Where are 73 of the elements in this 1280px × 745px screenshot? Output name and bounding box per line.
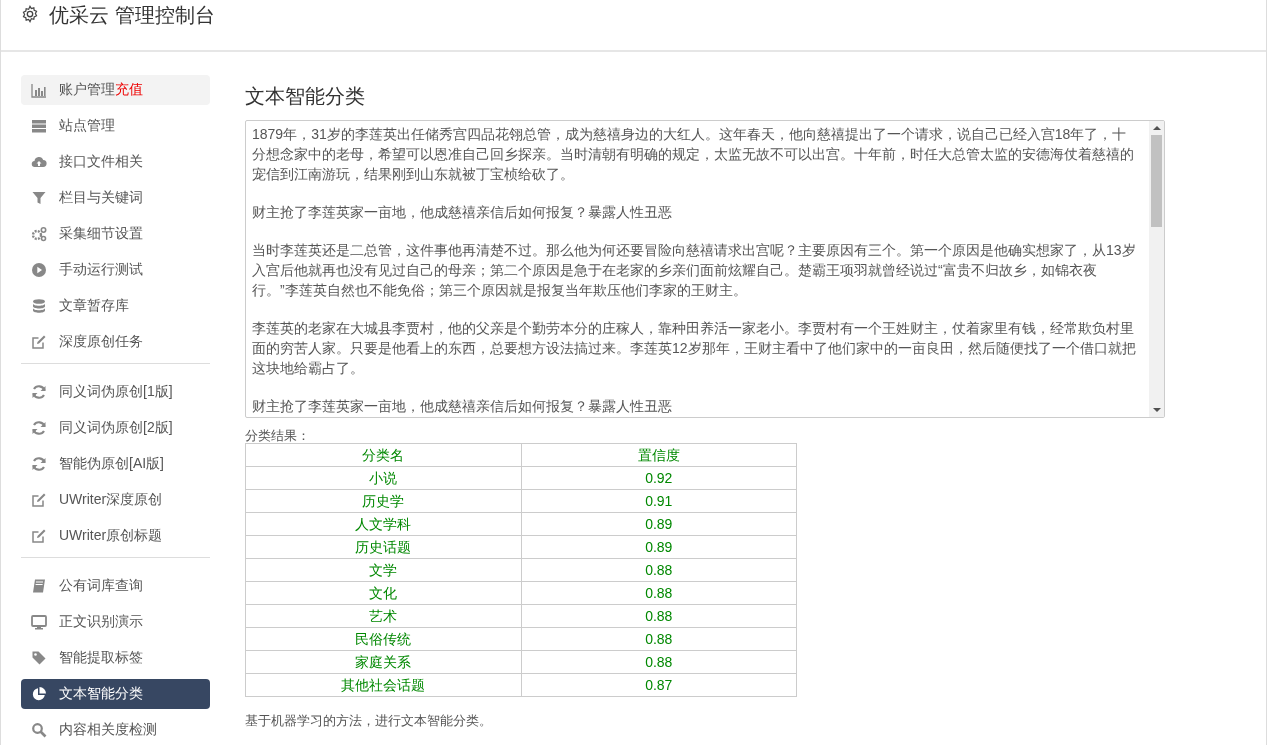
refresh-icon bbox=[31, 420, 47, 436]
sidebar-item[interactable]: UWriter深度原创 bbox=[21, 485, 210, 515]
result-label: 分类结果： bbox=[245, 429, 311, 443]
refresh-icon bbox=[31, 456, 47, 472]
sidebar-item[interactable]: 深度原创任务 bbox=[21, 327, 210, 357]
scrollbar[interactable] bbox=[1149, 121, 1164, 417]
table-cell: 文学 bbox=[245, 558, 521, 582]
server-icon bbox=[31, 118, 47, 134]
sidebar-item[interactable]: 智能提取标签 bbox=[21, 643, 210, 673]
edit-icon bbox=[31, 492, 47, 508]
table-cell: 艺术 bbox=[245, 604, 521, 628]
paragraph: 财主抢了李莲英家一亩地，他成慈禧亲信后如何报复？暴露人性丑恶 bbox=[252, 203, 673, 222]
table-cell: 0.88 bbox=[521, 650, 797, 674]
sidebar-item[interactable]: 栏目与关键词 bbox=[21, 183, 210, 213]
page-title: 文本智能分类 bbox=[245, 84, 366, 108]
edit-icon bbox=[31, 528, 47, 544]
sidebar-item[interactable]: UWriter原创标题 bbox=[21, 521, 210, 551]
play-icon bbox=[31, 262, 47, 278]
table-cell: 0.88 bbox=[521, 604, 797, 628]
filter-icon bbox=[31, 190, 47, 206]
database-icon bbox=[31, 298, 47, 314]
column-header: 分类名 bbox=[245, 443, 521, 467]
scrollbar-thumb[interactable] bbox=[1151, 135, 1162, 227]
sidebar-item[interactable]: 手动运行测试 bbox=[21, 255, 210, 285]
table-cell: 民俗传统 bbox=[245, 627, 521, 651]
sidebar-item[interactable]: 站点管理 bbox=[21, 111, 210, 141]
table-cell: 文化 bbox=[245, 581, 521, 605]
sidebar-item[interactable]: 同义词伪原创[1版] bbox=[21, 377, 210, 407]
table-cell: 0.88 bbox=[521, 558, 797, 582]
sidebar-item[interactable]: 文章暂存库 bbox=[21, 291, 210, 321]
sidebar-item[interactable]: 接口文件相关 bbox=[21, 147, 210, 177]
table-cell: 小说 bbox=[245, 466, 521, 490]
table-cell: 其他社会话题 bbox=[245, 673, 521, 697]
monitor-icon bbox=[31, 614, 47, 630]
app-title: 优采云 管理控制台 bbox=[49, 3, 215, 27]
edit-icon bbox=[31, 334, 47, 350]
table-cell: 家庭关系 bbox=[245, 650, 521, 674]
scroll-down-arrow[interactable] bbox=[1152, 408, 1161, 412]
table-cell: 历史话题 bbox=[245, 535, 521, 559]
bar-chart-icon bbox=[31, 82, 47, 98]
table-cell: 历史学 bbox=[245, 489, 521, 513]
sidebar-item[interactable]: 账户管理充值 bbox=[21, 75, 210, 105]
table-cell: 0.87 bbox=[521, 673, 797, 697]
table-cell: 0.88 bbox=[521, 627, 797, 651]
table-cell: 0.88 bbox=[521, 581, 797, 605]
sidebar-item[interactable]: 内容相关度检测 bbox=[21, 715, 210, 745]
table-cell: 0.91 bbox=[521, 489, 797, 513]
description-text: 基于机器学习的方法，进行文本智能分类。 bbox=[245, 712, 493, 730]
tag-icon bbox=[31, 650, 47, 666]
refresh-icon bbox=[31, 384, 47, 400]
paragraph: 财主抢了李莲英家一亩地，他成慈禧亲信后如何报复？暴露人性丑恶 bbox=[252, 397, 673, 416]
text-area[interactable] bbox=[245, 120, 1165, 418]
book-icon bbox=[31, 578, 47, 594]
sidebar-item[interactable]: 同义词伪原创[2版] bbox=[21, 413, 210, 443]
cloud-upload-icon bbox=[31, 154, 47, 170]
pie-chart-icon bbox=[31, 686, 47, 702]
sidebar-item[interactable]: 正文识别演示 bbox=[21, 607, 210, 637]
paragraph: 当时李莲英还是二总管，这件事他再清楚不过。那么他为何还要冒险向慈禧请求出宫呢？主要原因有三个。第一个原因是他确实想家了，从13岁入宫后他就再也没有见过自己的母亲；第二个原因是急于在老家的乡亲们面前炫耀自己。楚霸王项羽就曾经说过“富贵不归故乡，如锦衣夜行。”李莲英自然也不能免俗；第三个原因就是报复当年欺压他们李家的王财主。 bbox=[252, 241, 1137, 300]
sidebar-item[interactable]: 公有词库查询 bbox=[21, 571, 210, 601]
paragraph: 1879年，31岁的李莲英出任储秀宫四品花翎总管，成为慈禧身边的大红人。这年春天，他向慈禧提出了一个请求，说自己已经入宫18年了，十分想念家中的老母，希望可以恩准自己回乡探亲。当时清朝有明确的规定，太监无故不可以出宫。十年前，时任大总管太监的安德海仗着慈禧的宠信到江南游玩，结果刚到山东就被丁宝桢给砍了。 bbox=[252, 125, 1135, 184]
table-cell: 0.89 bbox=[521, 512, 797, 536]
column-header: 置信度 bbox=[521, 443, 797, 467]
sidebar-item[interactable]: 采集细节设置 bbox=[21, 219, 210, 249]
sidebar-item[interactable]: 文本智能分类 bbox=[21, 679, 210, 709]
gear-icon bbox=[21, 5, 39, 23]
table-cell: 人文学科 bbox=[245, 512, 521, 536]
search-icon bbox=[31, 722, 47, 738]
table-cell: 0.92 bbox=[521, 466, 797, 490]
gears-icon bbox=[31, 226, 47, 242]
paragraph: 李莲英的老家在大城县李贾村，他的父亲是个勤劳本分的庄稼人，靠种田养活一家老小。李贾村有一个王姓财主，仗着家里有钱，经常欺负村里面的穷苦人家。只要是他看上的东西，总要想方设法搞过来。李莲英12岁那年，王财主看中了他们家中的一亩良田，然后随便找了一个借口就把这块地给霸占了。 bbox=[252, 319, 1137, 378]
table-cell: 0.89 bbox=[521, 535, 797, 559]
scroll-up-arrow[interactable] bbox=[1152, 126, 1161, 130]
sidebar-item[interactable]: 智能伪原创[AI版] bbox=[21, 449, 210, 479]
